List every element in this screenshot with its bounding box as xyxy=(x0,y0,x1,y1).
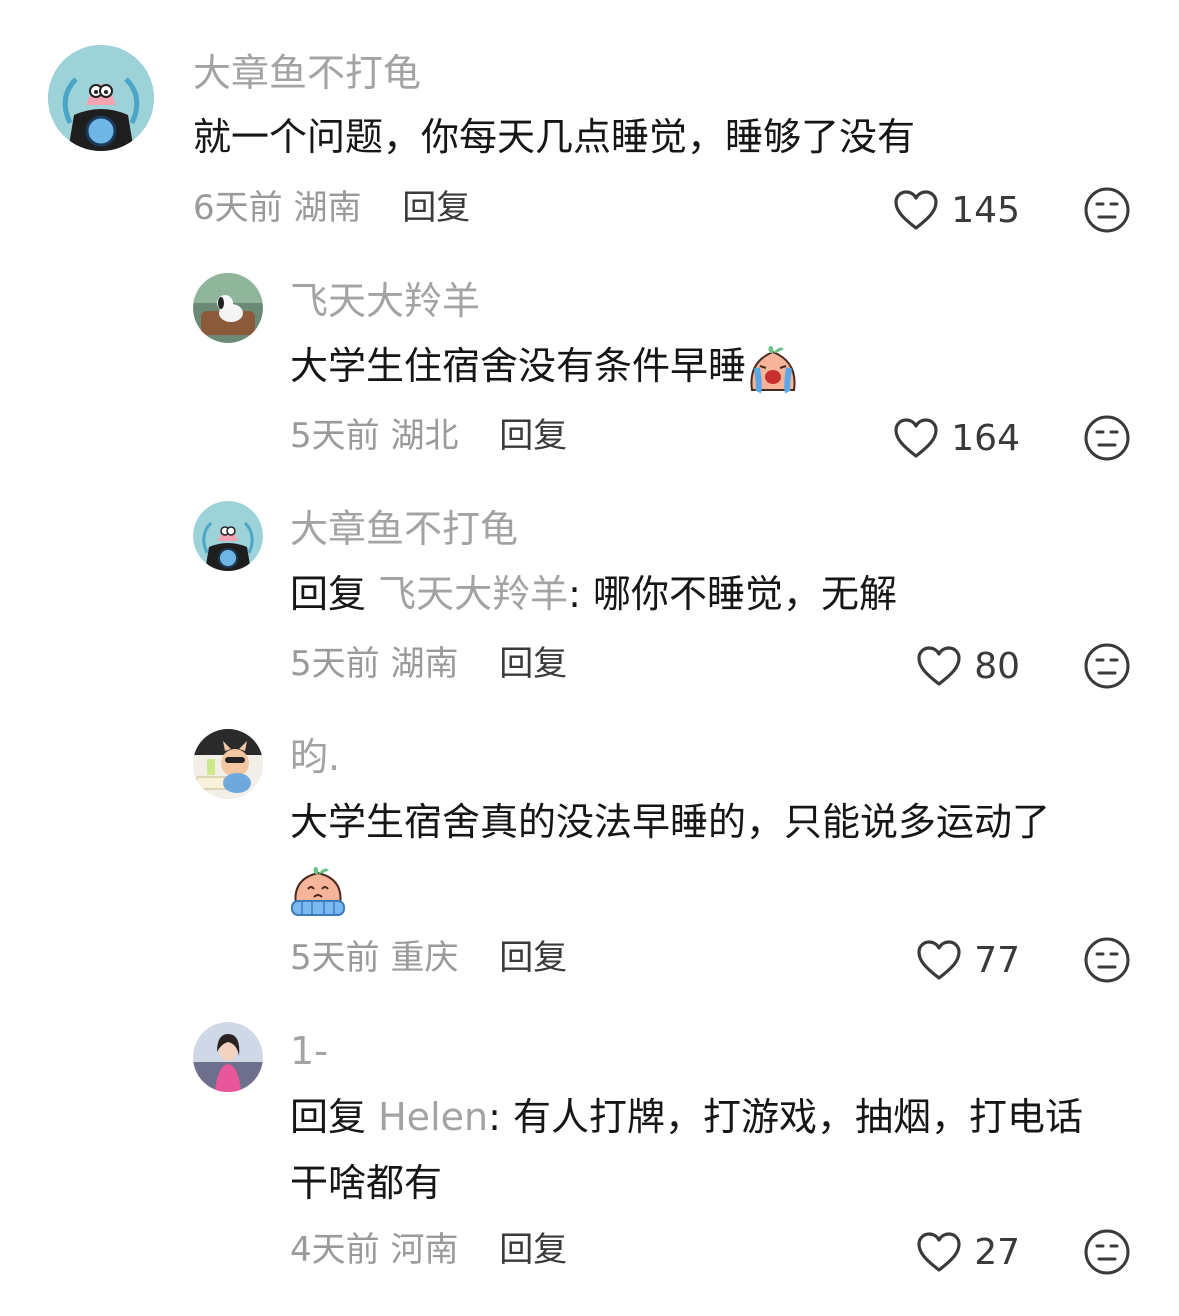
comment-text: 大学生宿舍真的没法早睡的，只能说多运动了 xyxy=(290,789,1150,921)
like-count: 164 xyxy=(951,417,1020,459)
reply-button[interactable]: 回复 xyxy=(499,1230,567,1270)
comment-item: 大章鱼不打龟 就一个问题，你每天几点睡觉，睡够了没有 6天前 湖南 回复 145 xyxy=(0,0,1179,250)
comment-item: 昀. 大学生宿舍真的没法早睡的，只能说多运动了 5天前 重庆 回复 77 xyxy=(0,708,1179,1004)
dislike-face-icon[interactable] xyxy=(1083,1228,1131,1276)
comment-time: 6天前 xyxy=(193,188,283,228)
reply-button[interactable]: 回复 xyxy=(499,644,567,684)
heart-icon xyxy=(917,646,961,686)
comment-username[interactable]: 1- xyxy=(290,1026,328,1076)
comment-meta: 5天前 重庆 回复 xyxy=(290,934,567,982)
comment-time: 5天前 xyxy=(290,644,380,684)
comment-item: 大章鱼不打龟 回复 飞天大羚羊: 哪你不睡觉，无解 5天前 湖南 回复 80 xyxy=(0,480,1179,708)
reply-button[interactable]: 回复 xyxy=(499,416,567,456)
avatar[interactable] xyxy=(193,273,263,343)
crying-face-emoji xyxy=(291,866,345,916)
avatar[interactable] xyxy=(193,501,263,571)
comment-text-body: 大学生住宿舍没有条件早睡 xyxy=(290,344,747,388)
like-count: 27 xyxy=(974,1231,1020,1273)
comment-location: 河南 xyxy=(390,1230,459,1270)
comment-meta: 5天前 湖南 回复 xyxy=(290,640,567,688)
reply-button[interactable]: 回复 xyxy=(499,938,567,978)
like-count: 77 xyxy=(974,939,1020,981)
like-button[interactable]: 27 xyxy=(880,1228,1020,1276)
comment-username[interactable]: 昀. xyxy=(290,732,340,782)
dislike-face-icon[interactable] xyxy=(1083,642,1131,690)
like-button[interactable]: 77 xyxy=(880,936,1020,984)
like-button[interactable]: 164 xyxy=(880,414,1020,462)
crying-face-emoji xyxy=(750,345,796,393)
like-button[interactable]: 145 xyxy=(880,186,1020,234)
avatar[interactable] xyxy=(193,729,263,799)
avatar[interactable] xyxy=(193,1022,263,1092)
reply-prefix: 回复 xyxy=(290,572,367,616)
heart-icon xyxy=(894,418,938,458)
mention-username[interactable]: 飞天大羚羊 xyxy=(378,572,568,616)
like-button[interactable]: 80 xyxy=(880,642,1020,690)
reply-button[interactable]: 回复 xyxy=(402,188,470,228)
dislike-face-icon[interactable] xyxy=(1083,414,1131,462)
comment-text-body: : 哪你不睡觉，无解 xyxy=(568,572,898,616)
comment-time: 5天前 xyxy=(290,938,380,978)
comment-meta: 6天前 湖南 回复 xyxy=(193,184,470,232)
comment-text: 大学生住宿舍没有条件早睡 xyxy=(290,333,1130,399)
dislike-face-icon[interactable] xyxy=(1083,186,1131,234)
comment-username[interactable]: 大章鱼不打龟 xyxy=(290,504,518,554)
comment-meta: 4天前 河南 回复 xyxy=(290,1226,567,1274)
comment-username[interactable]: 大章鱼不打龟 xyxy=(193,48,421,98)
comment-item: 1- 回复 Helen: 有人打牌，打游戏，抽烟，打电话干啥都有 4天前 河南 … xyxy=(0,1004,1179,1316)
comment-location: 湖南 xyxy=(390,644,459,684)
like-count: 80 xyxy=(974,645,1020,687)
comment-time: 4天前 xyxy=(290,1230,380,1270)
comment-username[interactable]: 飞天大羚羊 xyxy=(290,276,480,326)
comment-location: 湖北 xyxy=(390,416,459,456)
comment-text: 就一个问题，你每天几点睡觉，睡够了没有 xyxy=(193,115,916,159)
heart-icon xyxy=(917,940,961,980)
reply-prefix: 回复 xyxy=(290,1095,367,1139)
heart-icon xyxy=(894,190,938,230)
comment-location: 重庆 xyxy=(390,938,459,978)
comment-text: 回复 Helen: 有人打牌，打游戏，抽烟，打电话干啥都有 xyxy=(290,1084,1120,1216)
heart-icon xyxy=(917,1232,961,1272)
comment-time: 5天前 xyxy=(290,416,380,456)
like-count: 145 xyxy=(951,189,1020,231)
comment-meta: 5天前 湖北 回复 xyxy=(290,412,567,460)
dislike-face-icon[interactable] xyxy=(1083,936,1131,984)
avatar[interactable] xyxy=(48,45,154,151)
comment-text-body: 大学生宿舍真的没法早睡的，只能说多运动了 xyxy=(290,800,1051,844)
mention-username[interactable]: Helen xyxy=(378,1095,488,1139)
comment-location: 湖南 xyxy=(293,188,362,228)
comment-item: 飞天大羚羊 大学生住宿舍没有条件早睡 5天前 湖北 回复 164 xyxy=(0,250,1179,480)
comment-text: 回复 飞天大羚羊: 哪你不睡觉，无解 xyxy=(290,561,1130,627)
